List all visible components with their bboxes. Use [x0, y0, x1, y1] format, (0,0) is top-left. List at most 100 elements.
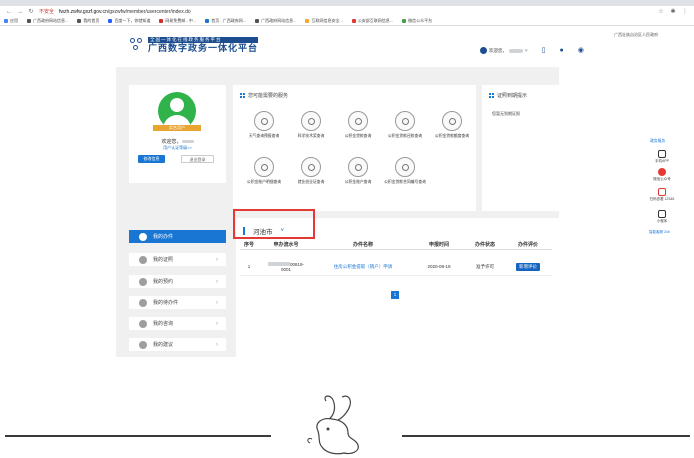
- loan-icon: [348, 111, 368, 131]
- float-footer[interactable]: 智能客服 24h: [649, 230, 670, 235]
- extension-icon[interactable]: ✱: [670, 9, 676, 15]
- site-icon: [27, 19, 31, 23]
- bookmark-item[interactable]: 应用: [4, 18, 18, 24]
- logo-mark-icon: [130, 38, 144, 52]
- menu-dots-icon[interactable]: ⋮: [682, 9, 688, 15]
- bookmarks-bar: 应用 广西政府网站信息... 我的首页 百度一下，你就知道 网易免费邮 - 中.…: [0, 17, 694, 26]
- bookmark-item[interactable]: 微信公众平台: [402, 18, 432, 24]
- edit-profile-button[interactable]: 修改信息: [138, 155, 165, 163]
- user-icon: [480, 47, 487, 54]
- service-item[interactable]: 公积金贷款合同编号查询: [382, 157, 428, 185]
- divider-left: [5, 435, 271, 437]
- wechat-icon: [658, 168, 666, 176]
- bookmark-item[interactable]: 广西政府网站信息...: [27, 18, 68, 24]
- bookmark-item[interactable]: 网易免费邮 - 中...: [159, 18, 196, 24]
- browser-address-bar: ← → ↻ 不安全 fwzh.zwfw.gxzf.gov.cn/gxzwfw/m…: [0, 6, 694, 17]
- row-serial: 00819- 0001: [258, 262, 314, 272]
- rabbit-icon: [307, 395, 359, 455]
- logo-title: 广西数字政务一体化平台: [148, 43, 259, 53]
- service-item[interactable]: 就业创业证查询: [288, 157, 334, 185]
- menu-item-my-suggestions[interactable]: 我的建议 ›: [129, 338, 226, 351]
- side-menu: 我的办件 我的证照 › 我的预约 › 我的待办件 › 我的咨询 › 我的建议 ›: [129, 227, 226, 357]
- reminder-title: 证照到期提示: [489, 92, 527, 99]
- services-panel: 您可能需要的服务 天气查询预报查询 科学技术奖查询 公积金贷款查询 公积金贷款还…: [233, 85, 476, 211]
- certificate-icon: [139, 255, 147, 264]
- profile-card: 实名用户 欢迎您， 用户认证等级>> 修改信息 退出登录: [129, 85, 226, 183]
- police-icon: [351, 19, 356, 23]
- bookmark-item[interactable]: 公安部互联网信息...: [351, 18, 393, 24]
- highlight-box: [233, 209, 315, 239]
- site-header: 全国一体化在线政务服务平台 广西数字政务一体化平台 广西壮族自治区人民政府 欢迎…: [0, 26, 694, 67]
- services-title: 您可能需要的服务: [240, 92, 288, 99]
- reminder-text: 您暂无到期证照: [492, 111, 520, 116]
- site-logo[interactable]: 全国一体化在线政务服务平台 广西数字政务一体化平台: [130, 37, 259, 53]
- row-date: 2020-08-19: [427, 264, 451, 269]
- service-item[interactable]: 科学技术奖查询: [288, 111, 334, 139]
- menu-item-my-certificates[interactable]: 我的证照 ›: [129, 253, 226, 266]
- chat-icon: [139, 319, 147, 328]
- service-item[interactable]: 公积金贷款还款查询: [382, 111, 428, 139]
- float-title[interactable]: 政务服务: [650, 139, 665, 144]
- weibo-icon[interactable]: ◉: [578, 47, 584, 54]
- service-item[interactable]: 天气查询预报查询: [241, 111, 287, 139]
- miniprogram-icon: [658, 210, 666, 218]
- menu-item-my-consultations[interactable]: 我的咨询 ›: [129, 317, 226, 330]
- verified-badge: 实名用户: [153, 125, 201, 131]
- menu-item-my-pending[interactable]: 我的待办件 ›: [129, 296, 226, 309]
- user-name-redacted: [509, 48, 523, 53]
- qrcode-icon: [658, 188, 666, 196]
- user-menu[interactable]: 欢迎您， ˅: [480, 47, 528, 54]
- wechat-icon[interactable]: ●: [560, 47, 564, 54]
- menu-item-my-appointments[interactable]: 我的预约 ›: [129, 275, 226, 288]
- chevron-right-icon: ›: [216, 299, 218, 306]
- employment-icon: [301, 157, 321, 177]
- row-index: 1: [247, 264, 251, 269]
- pagination-page[interactable]: 1: [391, 291, 399, 299]
- chevron-right-icon: ›: [216, 256, 218, 263]
- bookmark-item[interactable]: 我的首页: [77, 18, 99, 24]
- float-item-12345[interactable]: 扫码查看 12345: [647, 188, 677, 201]
- back-arrow-icon[interactable]: ←: [6, 9, 12, 15]
- url-field[interactable]: fwzh.zwfw.gxzf.gov.cn/gxzwfw/member/user…: [59, 9, 191, 15]
- baidu-icon: [108, 19, 113, 23]
- chevron-right-icon: ›: [216, 341, 218, 348]
- user-welcome: 欢迎您，: [489, 47, 507, 53]
- float-item-app[interactable]: 手机APP: [647, 150, 677, 163]
- appointment-icon: [139, 277, 147, 286]
- task-panel: [236, 218, 559, 358]
- add-rating-button[interactable]: 新增评价: [516, 262, 540, 271]
- grid-icon: [489, 93, 494, 98]
- case-icon: [139, 232, 147, 241]
- insecure-warning: 不安全: [39, 9, 55, 15]
- site-icon: [255, 19, 260, 23]
- mobile-icon[interactable]: ▯: [542, 47, 546, 54]
- float-item-miniprogram[interactable]: 小程序: [647, 210, 677, 223]
- service-item[interactable]: 公积金账户查询: [335, 157, 381, 185]
- region-label: 广西壮族自治区人民政府: [614, 32, 658, 37]
- url-path: /gxzwfw/member/usercenter/index.do: [107, 8, 191, 15]
- row-case-name[interactable]: 住房公积金提取（销户）申请: [314, 264, 412, 270]
- service-item[interactable]: 公积金贷款查询: [335, 111, 381, 139]
- menu-item-my-cases[interactable]: 我的办件: [129, 230, 226, 243]
- forward-arrow-icon[interactable]: →: [17, 9, 23, 15]
- bookmark-item[interactable]: 广西政府网站信息...: [255, 18, 296, 24]
- reload-icon[interactable]: ↻: [28, 9, 34, 15]
- chevron-right-icon: ›: [216, 278, 218, 285]
- bookmark-item[interactable]: 百度一下，你就知道: [108, 18, 150, 24]
- grid-icon: [240, 93, 245, 98]
- user-level-link[interactable]: 用户认证等级>>: [129, 145, 226, 151]
- bookmark-item[interactable]: 首页 - 广西政府网...: [205, 18, 246, 24]
- award-icon: [301, 111, 321, 131]
- repayment-icon: [395, 111, 415, 131]
- star-icon[interactable]: ☆: [658, 9, 664, 15]
- float-item-wechat[interactable]: 微信公众号: [647, 168, 677, 181]
- suggestion-icon: [139, 340, 147, 349]
- bookmark-item[interactable]: 互联网信息安全...: [305, 18, 343, 24]
- apps-icon: [4, 19, 8, 23]
- logout-button[interactable]: 退出登录: [181, 155, 214, 163]
- service-item[interactable]: 公积金账户明细查询: [241, 157, 287, 185]
- url-host: fwzh.zwfw.gxzf.gov.cn: [59, 8, 108, 15]
- table-header: 序号 申办流水号 办件名称 申报时间 办件状态 办件评价: [240, 241, 552, 250]
- service-item[interactable]: 公积金贷款额度查询: [429, 111, 475, 139]
- divider-right: [402, 435, 690, 437]
